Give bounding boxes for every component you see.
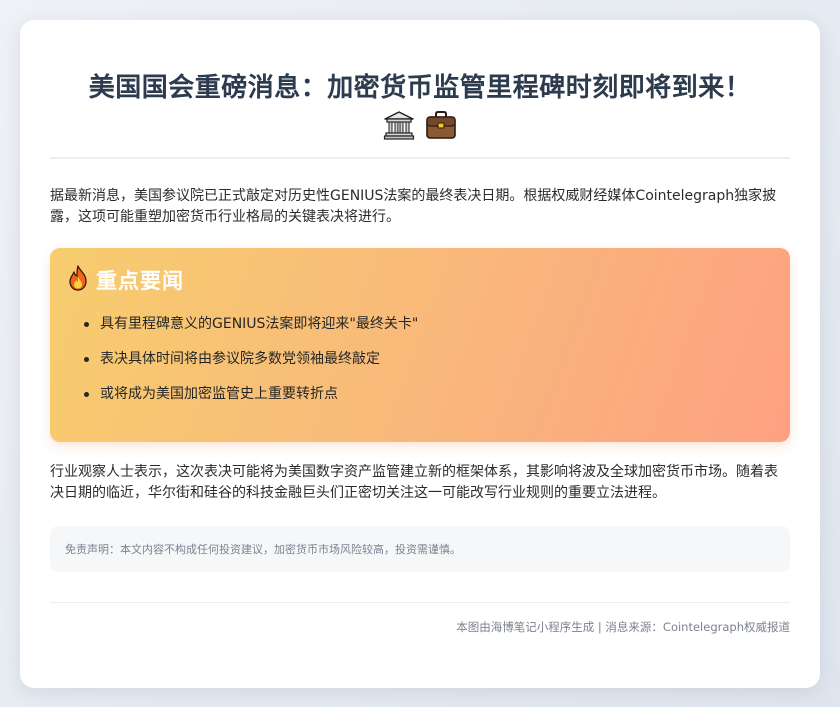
briefcase-icon xyxy=(423,111,459,139)
list-item-text: 或将成为美国加密监管史上重要转折点 xyxy=(100,386,338,402)
bullet-dot xyxy=(84,392,89,397)
bullet-dot xyxy=(84,322,89,327)
list-item: 具有里程碑意义的GENIUS法案即将迎来"最终关卡" xyxy=(84,314,774,334)
intro-paragraph: 据最新消息，美国参议院已正式敲定对历史性GENIUS法案的最终表决日期。根据权威… xyxy=(50,188,777,225)
title-icons xyxy=(50,110,790,142)
key-news-list: 具有里程碑意义的GENIUS法案即将迎来"最终关卡" 表决具体时间将由参议院多数… xyxy=(66,314,774,404)
list-item-text: 表决具体时间将由参议院多数党领袖最终敲定 xyxy=(100,351,380,367)
list-item-text: 具有里程碑意义的GENIUS法案即将迎来"最终关卡" xyxy=(100,316,419,332)
disclaimer-text: 免责声明：本文内容不构成任何投资建议，加密货币市场风险较高，投资需谨慎。 xyxy=(65,543,461,556)
classical-building-icon xyxy=(381,111,422,140)
observation-paragraph: 行业观察人士表示，这次表决可能将为美国数字资产监管建立新的框架体系，其影响将波及… xyxy=(50,464,778,501)
list-item: 表决具体时间将由参议院多数党领袖最终敲定 xyxy=(84,349,774,369)
article-card: 美国国会重磅消息：加密货币监管里程碑时刻即将到来！ 据最新消息，美国参议院已正式… xyxy=(20,20,820,688)
fire-icon xyxy=(66,265,90,295)
key-news-header: 重点要闻 xyxy=(66,265,774,295)
bullet-dot xyxy=(84,357,89,362)
key-news-box: 重点要闻 具有里程碑意义的GENIUS法案即将迎来"最终关卡" 表决具体时间将由… xyxy=(50,248,790,442)
page-title: 美国国会重磅消息：加密货币监管里程碑时刻即将到来！ xyxy=(88,73,752,103)
footer-text: 本图由海博笔记小程序生成 | 消息来源：Cointelegraph权威报道 xyxy=(456,620,790,634)
key-news-title: 重点要闻 xyxy=(96,269,184,293)
title-divider xyxy=(50,157,790,159)
list-item: 或将成为美国加密监管史上重要转折点 xyxy=(84,384,774,404)
footer-divider xyxy=(50,602,790,603)
disclaimer-box: 免责声明：本文内容不构成任何投资建议，加密货币市场风险较高，投资需谨慎。 xyxy=(50,526,790,572)
